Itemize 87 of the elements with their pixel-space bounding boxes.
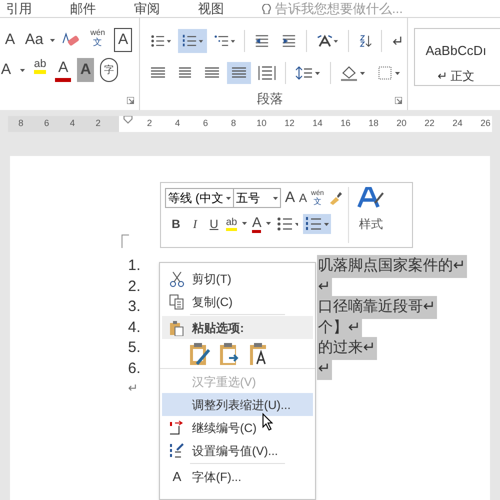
font-size-field[interactable]: 五号: [233, 188, 281, 208]
menu-item[interactable]: 继续编号(C): [162, 416, 313, 439]
ribbon-tab[interactable]: 视图: [198, 1, 224, 16]
ruler-number: 6: [44, 117, 50, 130]
ruler-number: 26: [479, 117, 492, 130]
tell-me-field[interactable]: 告诉我您想要做什么...: [275, 1, 425, 16]
corner-mark-icon: [121, 234, 129, 248]
menu-section-header: 粘贴选项:: [162, 316, 313, 339]
list-item-text: 的过来↵: [317, 337, 377, 360]
change-case-button[interactable]: Aa: [22, 28, 46, 52]
list-number: 4.: [128, 318, 142, 338]
menu-item[interactable]: 调整列表缩进(U)...: [162, 393, 313, 416]
ruler-number: 8: [18, 117, 24, 130]
list-number: 6.: [128, 358, 142, 378]
caret-icon[interactable]: [266, 222, 272, 225]
numbered-list-icon: [169, 442, 185, 458]
font-color-button[interactable]: A: [252, 214, 262, 232]
ribbon-tab[interactable]: 审阅: [134, 1, 160, 16]
character-shading-button[interactable]: A: [77, 58, 94, 82]
eraser-icon[interactable]: [62, 32, 80, 48]
list-number: 3.: [128, 297, 142, 317]
ruler-number: 10: [255, 117, 268, 130]
copy-icon: [169, 294, 185, 310]
character-border-button[interactable]: A: [114, 28, 132, 52]
styles-icon: [356, 187, 385, 209]
list-item-text: 叽落脚点国家案件的↵: [317, 255, 467, 278]
ruler-number: 2: [96, 117, 101, 130]
menu-item[interactable]: A 字体(F)...: [162, 465, 313, 488]
ruler-number: 24: [451, 117, 464, 130]
paragraph-mark: ↵: [128, 380, 138, 397]
highlight-button[interactable]: ab: [31, 58, 50, 82]
styles-button[interactable]: 样式: [352, 187, 385, 243]
justify-icon[interactable]: [227, 62, 251, 84]
ruler-number: 20: [395, 117, 408, 130]
underline-button[interactable]: U: [207, 214, 221, 232]
ribbon-tab[interactable]: 邮件: [70, 1, 96, 16]
list-number: 5.: [128, 338, 142, 358]
font-icon: A: [172, 466, 182, 486]
ruler-number: 8: [230, 117, 237, 130]
list-item-text: 口径嘀靠近段哥↵: [317, 296, 437, 318]
grow-font-button[interactable]: A: [285, 187, 296, 210]
shrink-font-button[interactable]: A: [299, 189, 308, 208]
ruler-number: 4: [174, 117, 181, 130]
ribbon-tab[interactable]: 引用: [6, 1, 32, 16]
menu-item[interactable]: 复制(C): [162, 290, 313, 313]
highlight-button[interactable]: ab: [226, 216, 238, 230]
paste-keep-formatting-icon[interactable]: [189, 342, 211, 366]
dialog-launcher-icon[interactable]: [395, 97, 402, 104]
ruler-number: 16: [339, 117, 352, 130]
font-name-field[interactable]: 等线 (中文: [165, 188, 234, 208]
clipboard-icon: [169, 320, 185, 336]
italic-button[interactable]: I: [188, 214, 202, 232]
lightbulb-icon: [262, 4, 271, 14]
format-painter-icon[interactable]: [328, 191, 342, 206]
caret-icon[interactable]: [226, 196, 231, 200]
ruler-number: 2: [146, 117, 153, 130]
bold-button[interactable]: B: [169, 214, 183, 232]
indent-marker-icon[interactable]: [123, 116, 133, 124]
dialog-launcher-icon[interactable]: [127, 97, 134, 104]
list-item-text: ↵: [317, 358, 332, 380]
font-color-button[interactable]: A: [55, 58, 72, 82]
text-effects-button[interactable]: A: [0, 58, 14, 82]
paste-merge-formatting-icon[interactable]: [219, 342, 241, 366]
menu-item[interactable]: 剪切(T): [162, 267, 313, 290]
ruler-number: 6: [202, 117, 209, 130]
ruler-number: 18: [367, 117, 380, 130]
scissors-icon: [169, 270, 185, 286]
continue-numbering-icon: [169, 420, 185, 436]
list-number: 2.: [128, 276, 142, 296]
caret-icon[interactable]: [273, 196, 278, 200]
ruler-number: 4: [70, 117, 75, 130]
numbered-list-icon[interactable]: [178, 29, 208, 53]
ruler-number: 22: [423, 117, 436, 130]
ruler-number: 12: [283, 117, 296, 130]
numbered-list-icon[interactable]: [303, 214, 332, 234]
menu-item[interactable]: 设置编号值(V)...: [162, 439, 313, 462]
mouse-pointer-icon: [262, 413, 274, 431]
list-number: 1.: [128, 256, 142, 276]
caret-icon[interactable]: [242, 222, 248, 225]
ruler-number: 14: [311, 117, 324, 130]
enclose-character-button[interactable]: 字: [100, 58, 118, 82]
bullet-list-icon[interactable]: [276, 216, 298, 232]
phonetic-guide-button[interactable]: wén 文: [87, 28, 108, 52]
grow-font-button[interactable]: A: [2, 28, 18, 52]
group-label: 段落: [256, 90, 284, 108]
caret-icon[interactable]: [50, 38, 56, 42]
caret-icon[interactable]: [20, 68, 26, 72]
